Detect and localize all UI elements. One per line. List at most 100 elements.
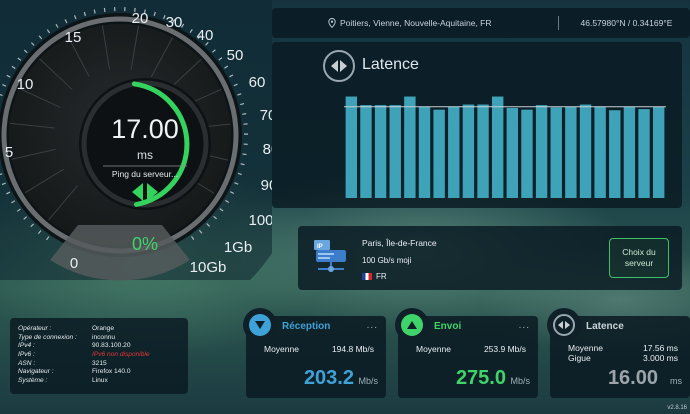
- version-label: v2.8.16: [667, 405, 687, 411]
- envoi-card: Envoi ... Moyenne 253.9 Mb/s 275.0 Mb/s: [395, 308, 538, 398]
- info-row: IPv4 : 90.83.100.20: [18, 341, 150, 350]
- latence-unit: ms: [670, 376, 682, 386]
- location-bar: Poitiers, Vienne, Nouvelle-Aquitaine, FR…: [272, 8, 690, 38]
- latency-chart-panel: Latence: [272, 42, 682, 208]
- info-key: ASN :: [18, 359, 36, 367]
- gauge-scale-label: 30: [166, 14, 183, 31]
- server-country: FR: [362, 272, 387, 281]
- gauge-scale-label: 70: [260, 107, 272, 124]
- info-value: Firefox 140.0: [92, 368, 131, 376]
- gauge-unit: ms: [137, 148, 153, 162]
- latency-bar: [565, 106, 577, 198]
- gauge-scale-label: 90: [261, 177, 272, 194]
- gauge-status: Ping du serveur...: [111, 169, 179, 179]
- envoi-more-button[interactable]: ...: [519, 320, 530, 331]
- latency-bar: [418, 106, 431, 198]
- gauge-scale-label: 50: [227, 47, 244, 64]
- info-value: inconnu: [92, 333, 116, 341]
- gauge-tick: [93, 9, 96, 14]
- location-pin-icon: [328, 18, 336, 28]
- upload-icon: [401, 314, 423, 336]
- latence-jitter-row: Gigue 3.000 ms: [568, 353, 678, 363]
- latency-bar: [345, 96, 358, 198]
- latency-bar: [521, 109, 533, 198]
- info-value: 3215: [92, 359, 107, 367]
- latency-bar: [652, 106, 665, 198]
- latence-avg-label: Moyenne: [568, 343, 603, 353]
- latency-bar: [491, 96, 504, 198]
- latence-jitter-value: 3.000 ms: [643, 353, 678, 363]
- envoi-unit: Mb/s: [510, 376, 530, 386]
- envoi-average-row: Moyenne 253.9 Mb/s: [416, 344, 526, 354]
- latency-bar: [477, 104, 489, 198]
- gauge-scale-label: 1Gb: [224, 239, 252, 256]
- choose-server-button[interactable]: Choix du serveur: [609, 238, 669, 278]
- gauge-progress: 0%: [131, 234, 158, 254]
- reception-avg-value: 194.8 Mb/s: [331, 344, 374, 354]
- info-key: Opérateur :: [18, 324, 52, 332]
- reception-more-button[interactable]: ...: [367, 320, 378, 331]
- info-value: Linux: [92, 376, 108, 384]
- connection-info-table: Opérateur : Orange Type de connexion : inco…: [18, 324, 150, 385]
- latency-small-icon: [553, 314, 575, 336]
- info-row: Type de connexion : inconnu: [18, 333, 150, 342]
- gauge-scale-label: 80: [263, 141, 272, 158]
- france-flag-icon: [362, 273, 372, 280]
- reception-value: 203.2: [303, 367, 354, 389]
- info-key: Navigateur :: [18, 368, 54, 376]
- latency-bar: [462, 104, 475, 198]
- info-row: Système : Linux: [18, 376, 150, 385]
- gauge-scale-label: 100: [248, 212, 272, 229]
- reception-card: Réception ... Moyenne 194.8 Mb/s 203.2 M…: [243, 308, 386, 398]
- envoi-title: Envoi: [434, 321, 462, 332]
- reception-unit: Mb/s: [358, 376, 378, 386]
- latence-average-row: Moyenne 17.56 ms: [568, 343, 678, 353]
- gauge-tick: [242, 153, 247, 156]
- location-text: Poitiers, Vienne, Nouvelle-Aquitaine, FR: [340, 18, 492, 28]
- info-key: Type de connexion :: [18, 333, 77, 341]
- info-row: ASN : 3215: [18, 359, 150, 368]
- latency-bar: [623, 106, 636, 198]
- reception-icon-wrap: [243, 308, 277, 342]
- envoi-avg-label: Moyenne: [416, 344, 451, 354]
- gauge-value: 17.00: [111, 114, 179, 144]
- info-value: IPv6 non disponible: [92, 350, 150, 358]
- info-value: Orange: [92, 324, 114, 332]
- connection-info-panel: Opérateur : Orange Type de connexion : inco…: [10, 318, 188, 394]
- download-icon: [249, 314, 271, 336]
- latency-bar: [448, 106, 460, 198]
- latency-bar: [360, 105, 372, 198]
- latence-avg-value: 17.56 ms: [643, 343, 678, 353]
- swap-arrows-icon: [129, 181, 161, 208]
- server-icon: IP: [312, 236, 348, 281]
- reception-avg-label: Moyenne: [264, 344, 299, 354]
- latency-bar: [594, 106, 606, 198]
- info-key: IPv4 :: [18, 342, 35, 350]
- gauge-scale-label: 10: [17, 76, 34, 93]
- info-value: 90.83.100.20: [92, 342, 131, 350]
- latence-icon-wrap: [547, 308, 581, 342]
- server-name: Paris, Île-de-France: [362, 238, 437, 248]
- reception-average-row: Moyenne 194.8 Mb/s: [264, 344, 374, 354]
- envoi-avg-value: 253.9 Mb/s: [483, 344, 526, 354]
- gauge-scale-label: 60: [249, 74, 266, 91]
- latency-bar: [374, 105, 387, 198]
- country-code: FR: [376, 272, 387, 281]
- info-key: IPv6 :: [18, 350, 35, 358]
- coordinates: 46.57980°N / 0.34169°E: [580, 18, 673, 28]
- latency-bar-chart: [344, 96, 666, 198]
- gauge-scale-label: 15: [65, 29, 82, 46]
- divider: [557, 16, 559, 30]
- envoi-value: 275.0: [455, 367, 506, 389]
- gauge-scale-label: 40: [197, 27, 214, 44]
- latence-card: Latence Moyenne 17.56 ms Gigue 3.000 ms …: [547, 308, 690, 398]
- latency-bar: [404, 96, 416, 198]
- latency-bar: [506, 107, 519, 198]
- info-row: Opérateur : Orange: [18, 324, 150, 333]
- latency-bar: [535, 105, 548, 198]
- gauge-scale-label: 10Gb: [190, 259, 227, 276]
- latence-jitter-label: Gigue: [568, 353, 591, 363]
- reception-title: Réception: [282, 321, 331, 332]
- latency-bar: [609, 110, 621, 198]
- server-panel: IP Paris, Île-de-France 100 Gb/s moji FR…: [298, 226, 682, 290]
